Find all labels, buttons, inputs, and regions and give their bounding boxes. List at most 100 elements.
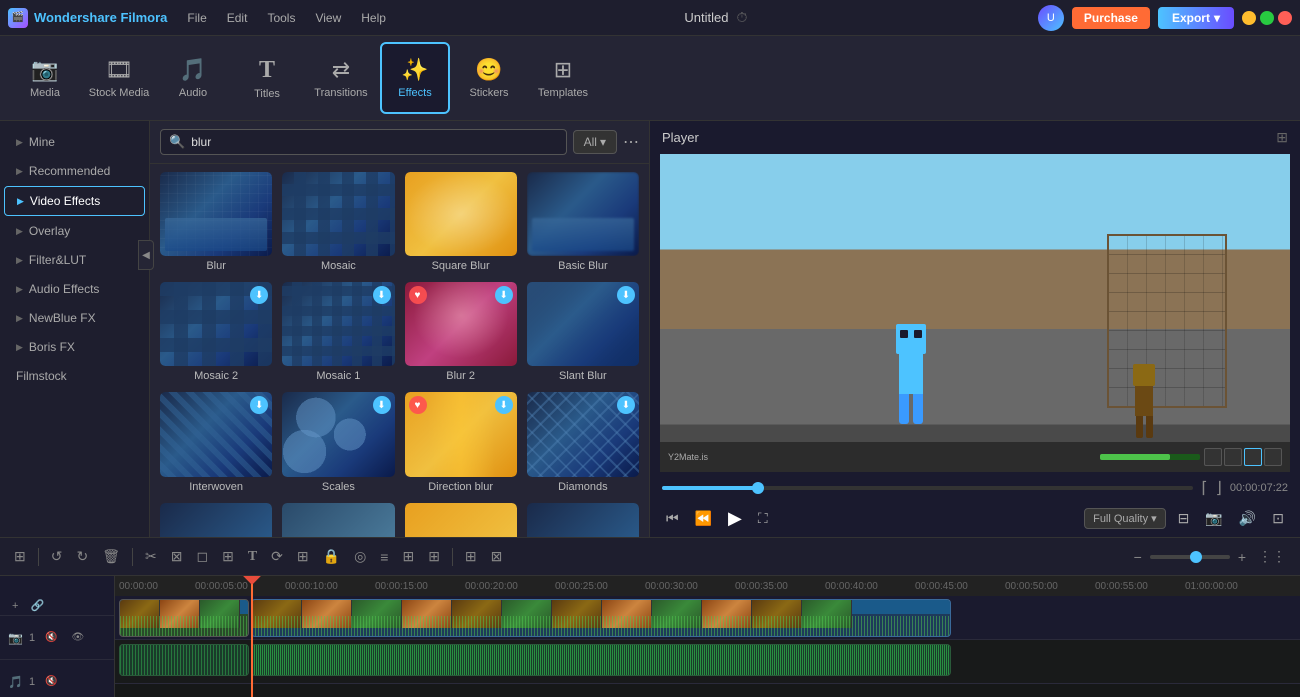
track-v1-mute[interactable]: 🔇 (41, 630, 61, 645)
newblue-arrow-icon: ▶ (16, 313, 23, 324)
menu-help[interactable]: Help (353, 9, 394, 27)
toolbar-stickers[interactable]: 😊 Stickers (454, 42, 524, 114)
menu-tools[interactable]: Tools (259, 9, 303, 27)
screen-layout-button[interactable]: ⊟ (1174, 508, 1194, 529)
bracket-start-icon[interactable]: ⌈ (1201, 478, 1207, 498)
maximize-button[interactable] (1260, 11, 1274, 25)
timeline-text[interactable]: T (244, 547, 261, 567)
avatar[interactable]: U (1038, 5, 1064, 31)
tl-more-button[interactable]: ⋮⋮ (1254, 546, 1290, 567)
track-link-button[interactable]: 🔗 (26, 597, 48, 614)
effect-basic-blur[interactable]: Basic Blur (527, 172, 639, 272)
effect-mosaic[interactable]: Mosaic (282, 172, 394, 272)
effect-scales[interactable]: ⬇ Scales (282, 392, 394, 492)
effect-mosaic1-thumb: ⬇ (282, 282, 394, 366)
progress-bar[interactable] (662, 486, 1193, 490)
toolbar-stock-label: Stock Media (89, 87, 150, 99)
menu-file[interactable]: File (179, 9, 214, 27)
bracket-end-icon[interactable]: ⌋ (1216, 478, 1222, 498)
toolbar-titles[interactable]: T Titles (232, 42, 302, 114)
rewind-button[interactable]: ⏮ (662, 508, 683, 529)
effect-slant-blur[interactable]: ⬇ Slant Blur (527, 282, 639, 382)
effect-row4-1[interactable] (160, 503, 272, 537)
track-a1-mute[interactable]: 🔇 (41, 674, 61, 689)
timeline-clip-speed[interactable]: ⊞ (398, 546, 418, 567)
timeline-transform[interactable]: ⊞ (218, 546, 238, 567)
timeline-color[interactable]: ⊞ (424, 546, 444, 567)
timeline-audio-wave[interactable]: ≡ (376, 547, 392, 567)
timeline-redo[interactable]: ↻ (72, 546, 92, 567)
zoom-out-button[interactable]: − (1130, 547, 1146, 567)
menu-edit[interactable]: Edit (219, 9, 256, 27)
track-v1-eye[interactable]: 👁 (68, 630, 89, 645)
more-options-button[interactable]: ⋯ (623, 132, 639, 152)
effect-diamonds[interactable]: ⬇ Diamonds (527, 392, 639, 492)
panel-item-recommended[interactable]: ▶ Recommended (4, 157, 145, 185)
panel-item-filmstock[interactable]: Filmstock (4, 362, 145, 390)
panel-collapse-button[interactable]: ◀ (138, 240, 150, 270)
playhead[interactable] (251, 576, 253, 697)
toolbar-media[interactable]: 📷 Media (10, 42, 80, 114)
panel-item-overlay[interactable]: ▶ Overlay (4, 217, 145, 245)
effect-scales-name: Scales (282, 481, 394, 493)
menu-view[interactable]: View (307, 9, 349, 27)
step-back-button[interactable]: ⏪ (691, 508, 716, 529)
search-input[interactable] (191, 135, 557, 149)
toolbar-stock-media[interactable]: 🎞 Stock Media (84, 42, 154, 114)
timeline-undo[interactable]: ↺ (47, 546, 67, 567)
effect-row4-4[interactable] (527, 503, 639, 537)
timeline-crop[interactable]: ◻ (192, 546, 212, 567)
effect-row4-3[interactable] (405, 503, 517, 537)
timeline-tool-select[interactable]: ⊞ (10, 546, 30, 567)
timeline-keyframe[interactable]: ⊠ (487, 546, 507, 567)
timeline-audio-mix[interactable]: ◎ (350, 546, 370, 567)
panel-item-mine[interactable]: ▶ Mine (4, 128, 145, 156)
minimize-button[interactable] (1242, 11, 1256, 25)
panel-item-boris-fx[interactable]: ▶ Boris FX (4, 333, 145, 361)
timeline-cut[interactable]: ✂ (141, 546, 161, 567)
timeline-split[interactable]: ⊠ (167, 546, 187, 567)
effect-blur[interactable]: Blur (160, 172, 272, 272)
close-button[interactable] (1278, 11, 1292, 25)
effect-interwoven[interactable]: ⬇ Interwoven (160, 392, 272, 492)
zoom-in-button[interactable]: + (1234, 547, 1250, 567)
zoom-slider[interactable] (1150, 555, 1230, 559)
panel-item-newblue-fx[interactable]: ▶ NewBlue FX (4, 304, 145, 332)
effect-mosaic1[interactable]: ⬇ Mosaic 1 (282, 282, 394, 382)
effect-mosaic2[interactable]: ⬇ Mosaic 2 (160, 282, 272, 382)
panel-item-audio-effects[interactable]: ▶ Audio Effects (4, 275, 145, 303)
timeline-marker[interactable]: ⊞ (461, 546, 481, 567)
audio-clip-1[interactable] (119, 644, 249, 676)
effect-mosaic2-thumb: ⬇ (160, 282, 272, 366)
video-clip-2[interactable]: ▶ Y2Mate.is – I Hit This Clip in Minecra… (251, 599, 951, 637)
toolbar-audio[interactable]: 🎵 Audio (158, 42, 228, 114)
effect-blur2[interactable]: ♥ ⬇ Blur 2 (405, 282, 517, 382)
panel-item-filter-lut[interactable]: ▶ Filter&LUT (4, 246, 145, 274)
play-button[interactable]: ▶ (724, 506, 746, 531)
player-expand-icon[interactable]: ⊞ (1276, 129, 1288, 146)
player-playback-controls: ⏮ ⏪ ▶ ⛶ Full Quality ▾ ⊟ 📷 🔊 ⊡ (650, 504, 1300, 537)
toolbar-templates[interactable]: ⊞ Templates (528, 42, 598, 114)
screenshot-button[interactable]: 📷 (1201, 508, 1226, 529)
effect-row4-2[interactable] (282, 503, 394, 537)
add-track-button[interactable]: + (8, 598, 22, 614)
fullscreen-button[interactable]: ⛶ (754, 508, 772, 529)
timeline-motion[interactable]: ⟳ (267, 546, 287, 567)
quality-button[interactable]: Full Quality ▾ (1084, 508, 1166, 529)
panel-item-video-effects[interactable]: ▶ Video Effects (4, 186, 145, 216)
toolbar-effects[interactable]: ✨ Effects (380, 42, 450, 114)
audio-clip-2[interactable] (251, 644, 951, 676)
effect-direction-blur-thumb: ♥ ⬇ (405, 392, 517, 476)
video-clip-1[interactable]: ▶ Y2Mate.is - I Hit This Clip in... (119, 599, 249, 637)
purchase-button[interactable]: Purchase (1072, 7, 1150, 29)
filter-button[interactable]: All ▾ (573, 130, 617, 154)
timeline-effects2[interactable]: ⊞ (293, 546, 313, 567)
effect-direction-blur[interactable]: ♥ ⬇ Direction blur (405, 392, 517, 492)
toolbar-transitions[interactable]: ⇄ Transitions (306, 42, 376, 114)
volume-button[interactable]: 🔊 (1235, 508, 1260, 529)
timeline-delete[interactable]: 🗑 (98, 546, 124, 567)
effect-square-blur[interactable]: Square Blur (405, 172, 517, 272)
export-button[interactable]: Export ▾ (1158, 7, 1234, 29)
timeline-lock[interactable]: 🔒 (319, 546, 344, 567)
more-controls-button[interactable]: ⊡ (1268, 508, 1288, 529)
